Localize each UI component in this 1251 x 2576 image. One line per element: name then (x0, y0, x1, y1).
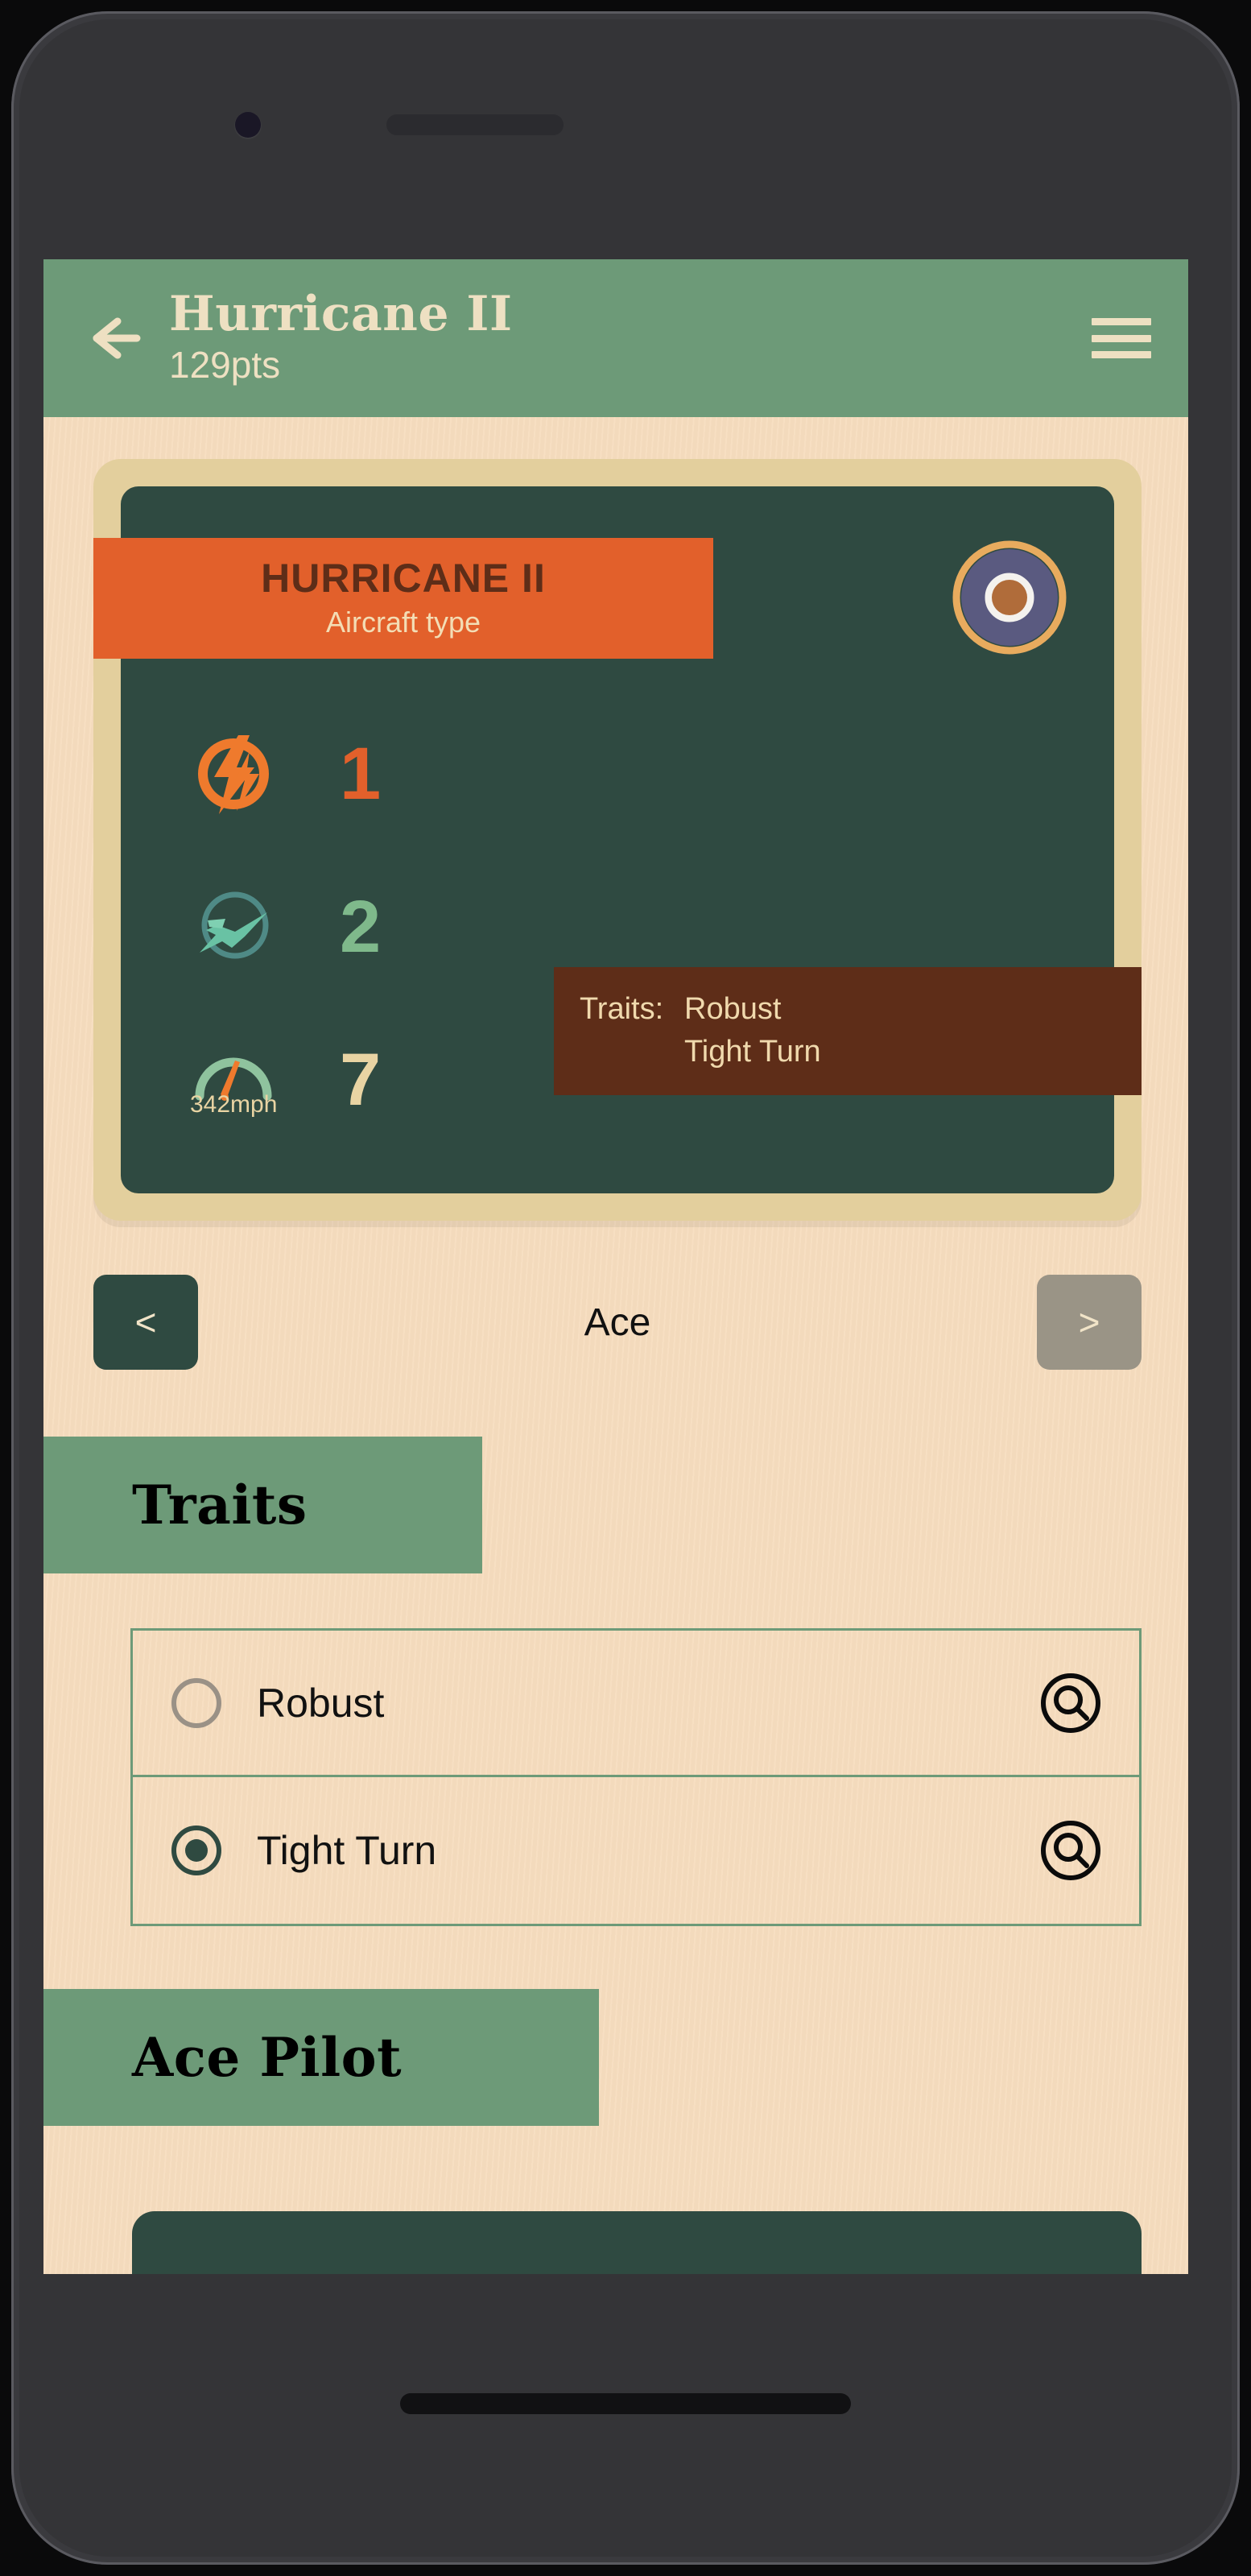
traits-tooltip: Traits: Robust Tight Turn (554, 967, 1142, 1095)
stat-value-firepower: 1 (340, 733, 382, 815)
home-indicator-bar[interactable] (400, 2393, 851, 2414)
agility-airplane-icon (190, 883, 277, 970)
aircraft-type-name: HURRICANE II (261, 556, 546, 601)
screen: Hurricane II 129pts HURRICANE II Aircraf… (43, 259, 1188, 2274)
stat-row-firepower: 1 (190, 697, 1114, 850)
search-icon[interactable] (1039, 1672, 1102, 1735)
phone-frame: Hurricane II 129pts HURRICANE II Aircraf… (0, 0, 1251, 2576)
section-title-ace-pilot: Ace Pilot (132, 2026, 403, 2089)
app-header: Hurricane II 129pts (43, 259, 1188, 417)
section-banner-ace-pilot: Ace Pilot (43, 1989, 599, 2126)
trait-radio-tight-turn[interactable] (171, 1826, 221, 1875)
raf-roundel-icon (952, 540, 1067, 655)
earpiece-speaker (386, 114, 564, 135)
back-button[interactable] (76, 304, 145, 373)
header-titles: Hurricane II 129pts (169, 290, 1092, 387)
trait-label-tight-turn: Tight Turn (257, 1828, 437, 1873)
pager-current-label: Ace (584, 1300, 651, 1344)
firepower-lightning-icon (190, 730, 277, 817)
trait-radio-robust[interactable] (171, 1677, 221, 1728)
pager-prev-button[interactable]: < (93, 1275, 198, 1370)
front-camera-icon (235, 112, 261, 138)
hamburger-line (1092, 351, 1151, 358)
back-arrow-icon (93, 317, 141, 359)
stat-value-speed: 7 (340, 1039, 382, 1121)
aircraft-type-banner: HURRICANE II Aircraft type (93, 538, 713, 660)
pager-next-button[interactable]: > (1037, 1275, 1142, 1370)
traits-tooltip-key: Traits: (580, 992, 664, 1027)
points-label: 129pts (169, 344, 281, 387)
traits-tooltip-values: Robust Tight Turn (684, 988, 821, 1073)
speed-sublabel: 342mph (190, 1091, 278, 1118)
search-icon[interactable] (1039, 1819, 1102, 1882)
page-title: Hurricane II (169, 286, 513, 343)
pager: < Ace > (93, 1271, 1142, 1374)
app-body: HURRICANE II Aircraft type 1 2 342mph 7 … (43, 417, 1188, 2274)
aircraft-type-label: Aircraft type (325, 605, 481, 639)
stat-value-agility: 2 (340, 886, 382, 968)
aircraft-card[interactable]: HURRICANE II Aircraft type 1 2 342mph 7 … (93, 459, 1142, 1221)
traits-tooltip-line: Traits: Robust Tight Turn (580, 988, 1142, 1073)
trait-list: Robust Tight Turn (130, 1628, 1142, 1926)
hamburger-menu-icon[interactable] (1092, 313, 1151, 363)
trait-row-robust[interactable]: Robust (133, 1631, 1139, 1777)
trait-label-robust: Robust (257, 1680, 385, 1726)
section-title-traits: Traits (132, 1474, 308, 1536)
hamburger-line (1092, 318, 1151, 325)
hamburger-line (1092, 334, 1151, 342)
speed-gauge-icon: 342mph (190, 1036, 277, 1123)
traits-tooltip-value: Tight Turn (684, 1034, 821, 1069)
aircraft-card-inner: HURRICANE II Aircraft type 1 2 342mph 7 … (93, 486, 1142, 1193)
section-banner-traits: Traits (43, 1437, 482, 1573)
traits-tooltip-value: Robust (684, 992, 782, 1027)
trait-row-tight-turn[interactable]: Tight Turn (133, 1777, 1139, 1924)
ace-pilot-card[interactable] (132, 2211, 1142, 2274)
